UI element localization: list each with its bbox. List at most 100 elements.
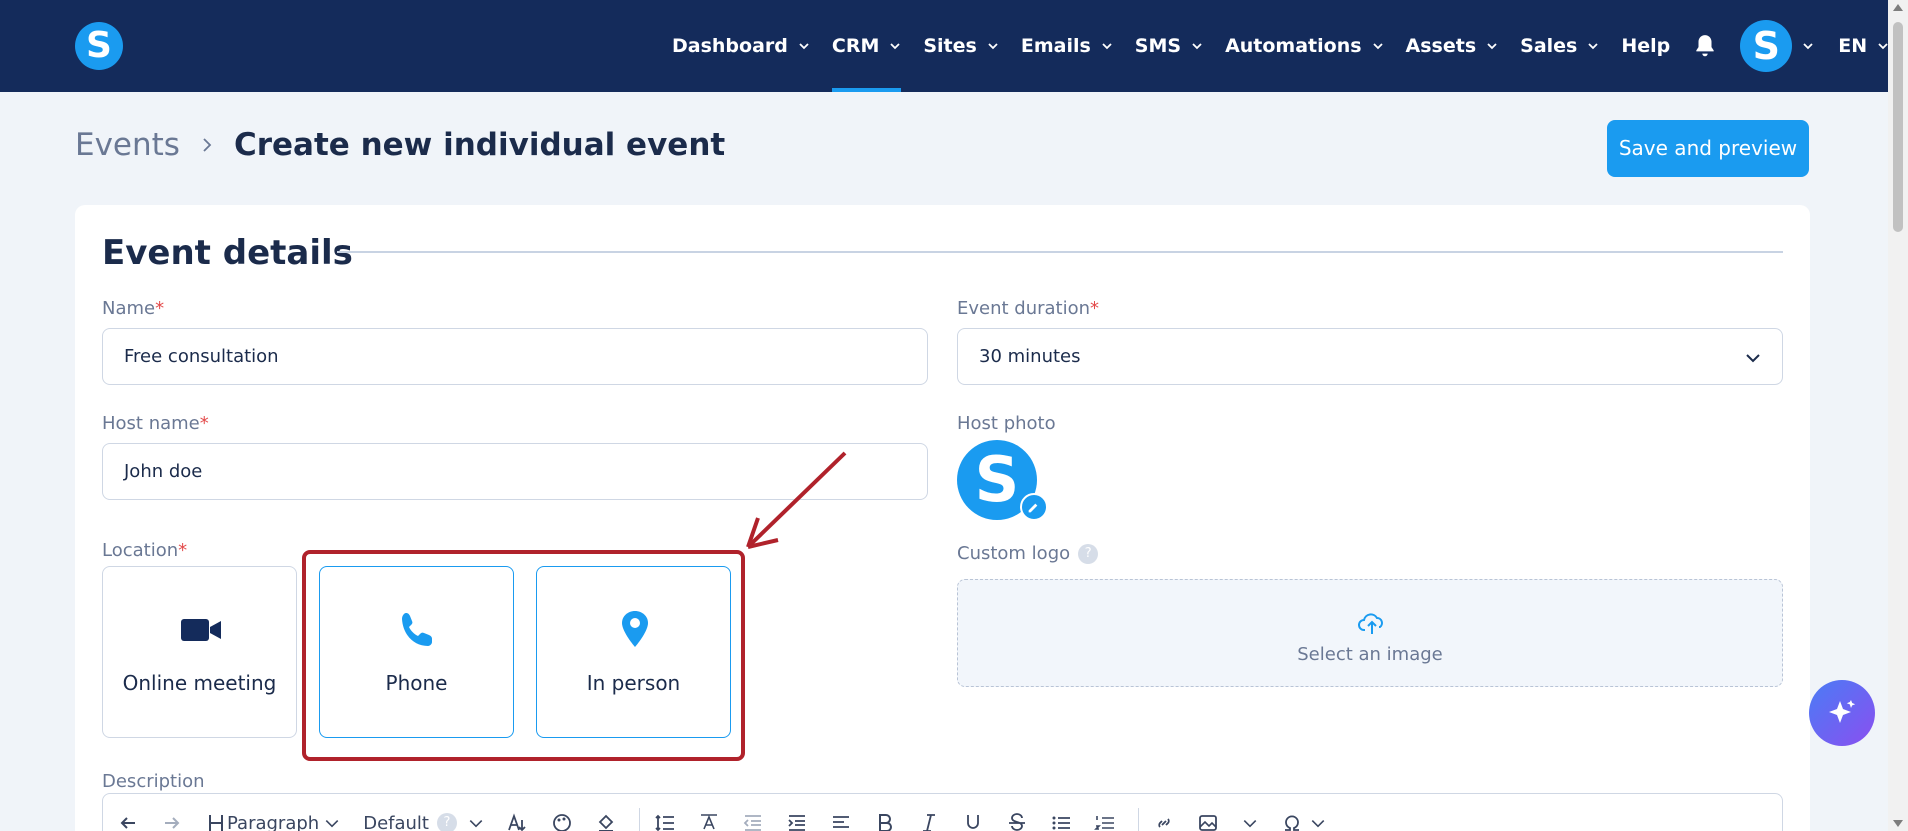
annotation-arrow-icon	[746, 451, 847, 549]
nav-menu: Dashboard CRM Sites Emails SMS Automatio…	[672, 0, 1908, 92]
required-mark: *	[178, 540, 188, 561]
text-format-button[interactable]	[698, 808, 720, 831]
font-select[interactable]: Default ?	[363, 808, 485, 831]
scroll-down-arrow-icon[interactable]	[1893, 820, 1903, 827]
help-icon: ?	[436, 813, 457, 831]
underline-icon	[967, 815, 979, 829]
bold-icon	[878, 814, 892, 831]
nav-item-emails[interactable]: Emails	[1021, 0, 1113, 92]
strikethrough-icon	[1008, 813, 1025, 831]
nav-item-dashboard[interactable]: Dashboard	[672, 0, 810, 92]
nav-item-help[interactable]: Help	[1621, 0, 1670, 92]
text-style-icon	[700, 814, 717, 830]
nav-item-label: SMS	[1134, 35, 1182, 57]
chevron-down-icon	[890, 43, 900, 50]
event-duration-value: 30 minutes	[979, 346, 1081, 367]
event-details-card: Event details Name* Free consultation Ev…	[75, 205, 1810, 831]
numbered-list-button[interactable]	[1094, 808, 1116, 831]
special-character-button[interactable]	[1281, 808, 1327, 831]
pencil-icon	[1028, 503, 1038, 513]
nav-item-sites[interactable]: Sites	[923, 0, 998, 92]
sparkle-icon	[1829, 700, 1856, 723]
chevron-down-icon	[1588, 43, 1599, 50]
image-icon	[1199, 815, 1217, 831]
strikethrough-button[interactable]	[1006, 808, 1028, 831]
user-menu[interactable]: S	[1740, 20, 1814, 72]
undo-button[interactable]	[117, 808, 139, 831]
nav-item-label: Sales	[1520, 35, 1578, 57]
host-photo-label: Host photo	[957, 413, 1056, 434]
required-mark: *	[155, 298, 165, 319]
scroll-up-arrow-icon[interactable]	[1893, 4, 1903, 11]
custom-logo-label: Custom logo?	[957, 543, 1099, 564]
bell-icon[interactable]	[1692, 33, 1718, 59]
nav-item-sales[interactable]: Sales	[1520, 0, 1599, 92]
nav-item-assets[interactable]: Assets	[1406, 0, 1499, 92]
fill-bucket-icon	[598, 814, 614, 831]
italic-icon	[922, 814, 935, 831]
edit-photo-button[interactable]	[1020, 493, 1048, 521]
language-selector[interactable]: EN	[1838, 0, 1889, 92]
name-input[interactable]: Free consultation	[102, 328, 928, 385]
omega-icon	[1284, 815, 1299, 831]
paragraph-select[interactable]: Paragraph	[205, 808, 341, 831]
toolbar-divider	[638, 808, 640, 831]
outdent-icon	[743, 815, 761, 831]
link-button[interactable]	[1153, 808, 1175, 831]
event-duration-select[interactable]: 30 minutes	[957, 328, 1783, 385]
nav-item-sms[interactable]: SMS	[1135, 0, 1203, 92]
undo-icon	[120, 817, 135, 829]
chevron-down-icon	[1192, 43, 1202, 50]
custom-logo-upload[interactable]: Select an image	[957, 579, 1783, 687]
save-and-preview-button[interactable]: Save and preview	[1607, 120, 1809, 177]
redo-icon	[165, 817, 180, 829]
bold-button[interactable]	[874, 808, 896, 831]
location-label: Location*	[102, 540, 187, 561]
bullet-list-button[interactable]	[1050, 808, 1072, 831]
avatar: S	[1740, 20, 1793, 72]
help-icon[interactable]: ?	[1078, 544, 1099, 564]
section-title: Event details	[102, 233, 353, 273]
bullet-list-icon	[1052, 816, 1070, 830]
scrollbar-thumb[interactable]	[1893, 22, 1903, 232]
redo-button[interactable]	[161, 808, 183, 831]
heading-icon	[209, 815, 223, 831]
name-label-text: Name	[102, 298, 156, 319]
image-button[interactable]	[1197, 808, 1259, 831]
toolbar-divider	[1137, 808, 1139, 831]
breadcrumb: Events Create new individual event	[75, 127, 725, 163]
underline-button[interactable]	[962, 808, 984, 831]
chevron-down-icon	[325, 819, 339, 828]
chevron-down-icon	[988, 43, 998, 50]
text-color-button[interactable]	[551, 808, 573, 831]
page-scrollbar[interactable]	[1888, 0, 1908, 831]
cloud-upload-icon	[1358, 613, 1383, 634]
align-button[interactable]	[830, 808, 852, 831]
description-label: Description	[102, 771, 205, 792]
nav-item-crm[interactable]: CRM	[831, 0, 902, 92]
line-height-button[interactable]	[654, 808, 676, 831]
chevron-down-icon	[1372, 43, 1383, 50]
chevron-down-icon	[1487, 43, 1497, 50]
italic-button[interactable]	[918, 808, 940, 831]
location-option-label: Online meeting	[122, 671, 277, 695]
font-size-button[interactable]	[507, 808, 529, 831]
location-option-online-meeting[interactable]: Online meeting	[102, 566, 297, 738]
chevron-down-icon	[1243, 819, 1257, 828]
event-duration-label: Event duration*	[957, 298, 1099, 319]
outdent-button[interactable]	[742, 808, 764, 831]
indent-button[interactable]	[786, 808, 808, 831]
required-mark: *	[199, 413, 209, 434]
nav-item-label: Automations	[1225, 35, 1362, 57]
host-name-label-text: Host name	[102, 413, 200, 434]
app-logo[interactable]: S	[75, 22, 123, 70]
line-height-icon	[655, 814, 674, 831]
upload-label: Select an image	[1297, 644, 1443, 665]
chevron-down-icon	[1311, 819, 1325, 828]
ai-assistant-button[interactable]	[1809, 680, 1875, 746]
chevron-down-icon	[1102, 43, 1112, 50]
breadcrumb-events-link[interactable]: Events	[75, 127, 180, 163]
highlight-color-button[interactable]	[595, 808, 617, 831]
nav-item-label: Dashboard	[672, 35, 788, 57]
nav-item-automations[interactable]: Automations	[1225, 0, 1383, 92]
